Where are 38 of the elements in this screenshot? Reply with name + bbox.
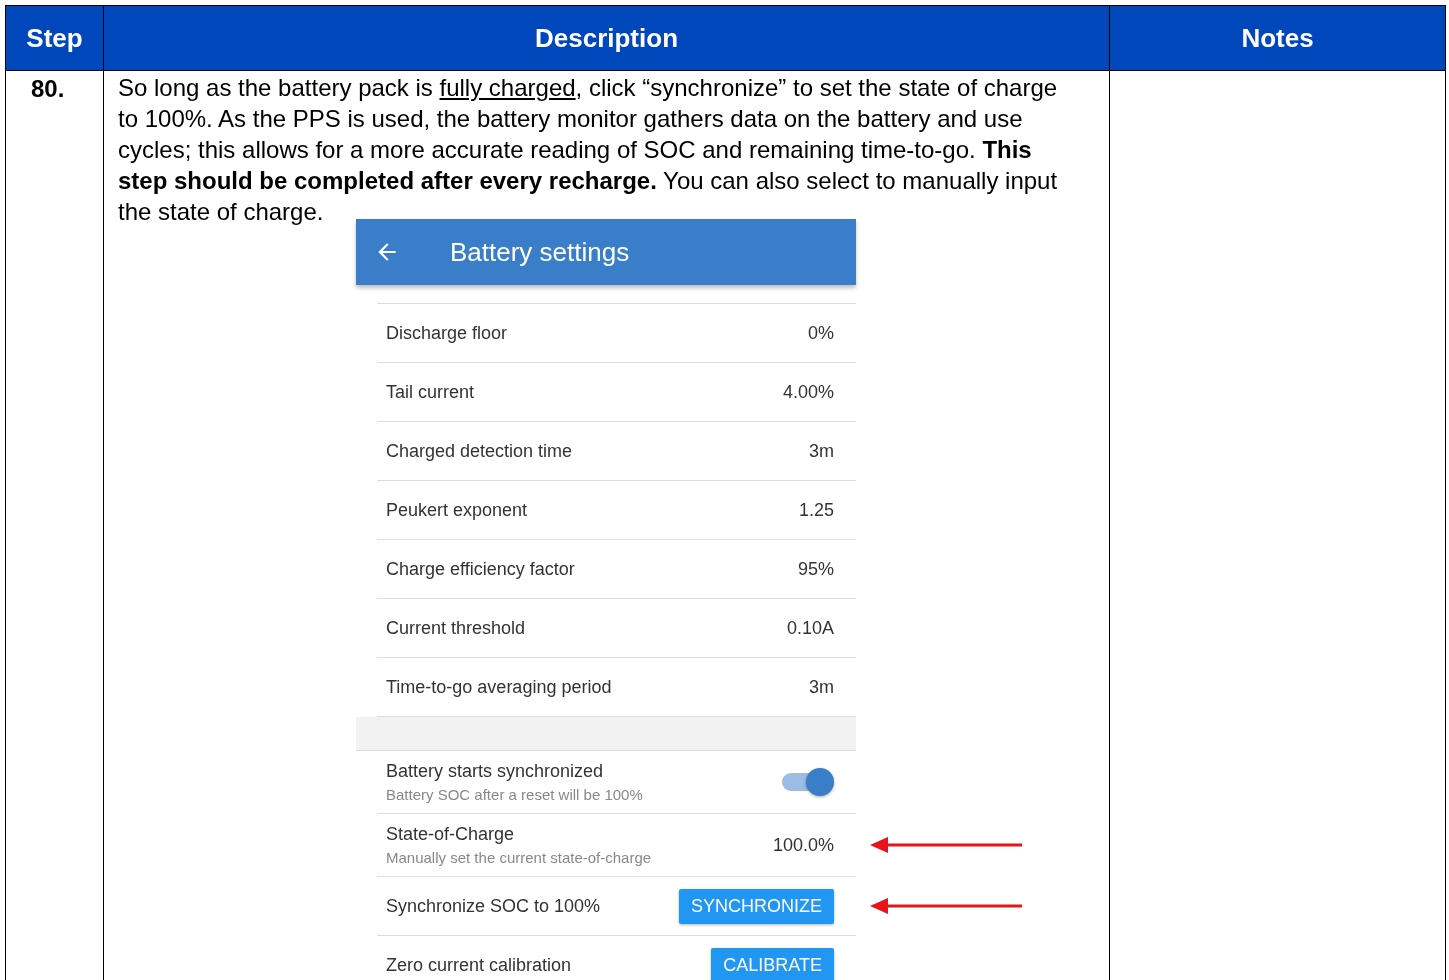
setting-value: 1.25 — [798, 499, 834, 521]
setting-row[interactable]: Discharge floor 0% — [377, 304, 856, 363]
step-description: So long as the battery pack is fully charged, click “synchronize” to set the state of charge to 100%. As the PPS is used, the battery monitor gathers data on the battery and use cycles; this allows for a more accurate reading of SOC and remaining time-to-go. This step should be completed after every recharge. You can also select to manually input the state of charge. — [118, 73, 1059, 227]
setting-description: Battery SOC after a reset will be 100% — [386, 786, 643, 803]
setting-row[interactable]: Charged detection time 3m — [377, 422, 856, 481]
setting-label: Time-to-go averaging period — [386, 676, 612, 698]
setting-value: 100.0% — [772, 834, 834, 856]
setting-row[interactable]: State-of-Charge Manually set the current state-of-charge 100.0% — [377, 814, 856, 877]
setting-description: Manually set the current state-of-charge — [386, 849, 652, 866]
setting-value: 3m — [809, 440, 834, 462]
column-header: Step — [5, 5, 104, 71]
setting-value: 0% — [808, 322, 834, 344]
setting-label: Current threshold — [386, 617, 526, 639]
screen-title: Battery settings — [450, 236, 630, 268]
setting-label: Charged detection time — [386, 440, 573, 462]
setting-value: 3m — [809, 676, 834, 698]
column-header: Description — [103, 5, 1110, 71]
setting-row[interactable]: Peukert exponent 1.25 — [377, 481, 856, 540]
toggle-switch[interactable] — [782, 768, 834, 796]
setting-value: 95% — [797, 558, 834, 580]
step-number: 80. — [30, 74, 66, 104]
setting-label: Charge efficiency factor — [386, 558, 575, 580]
setting-row[interactable]: Tail current 4.00% — [377, 363, 856, 422]
setting-label: Discharge floor — [386, 322, 508, 344]
setting-label: Battery starts synchronized — [386, 761, 605, 782]
setting-label: Peukert exponent — [386, 499, 528, 521]
setting-row[interactable]: Battery starts synchronized Battery SOC after a reset will be 100% — [377, 751, 856, 814]
setting-row[interactable]: Current threshold 0.10A — [377, 599, 856, 658]
setting-label: Tail current — [386, 381, 475, 403]
setting-label: State-of-Charge — [386, 824, 516, 845]
setting-row[interactable]: Charge efficiency factor 95% — [377, 540, 856, 599]
setting-value: 4.00% — [782, 381, 834, 403]
setting-row[interactable]: Synchronize SOC to 100% SYNCHRONIZE — [377, 877, 856, 936]
setting-value: 0.10A — [786, 617, 834, 639]
setting-row[interactable]: Zero current calibration CALIBRATE — [377, 936, 856, 980]
setting-label: Zero current calibration — [386, 954, 572, 976]
setting-label: Synchronize SOC to 100% — [386, 895, 601, 917]
column-header: Notes — [1109, 5, 1446, 71]
